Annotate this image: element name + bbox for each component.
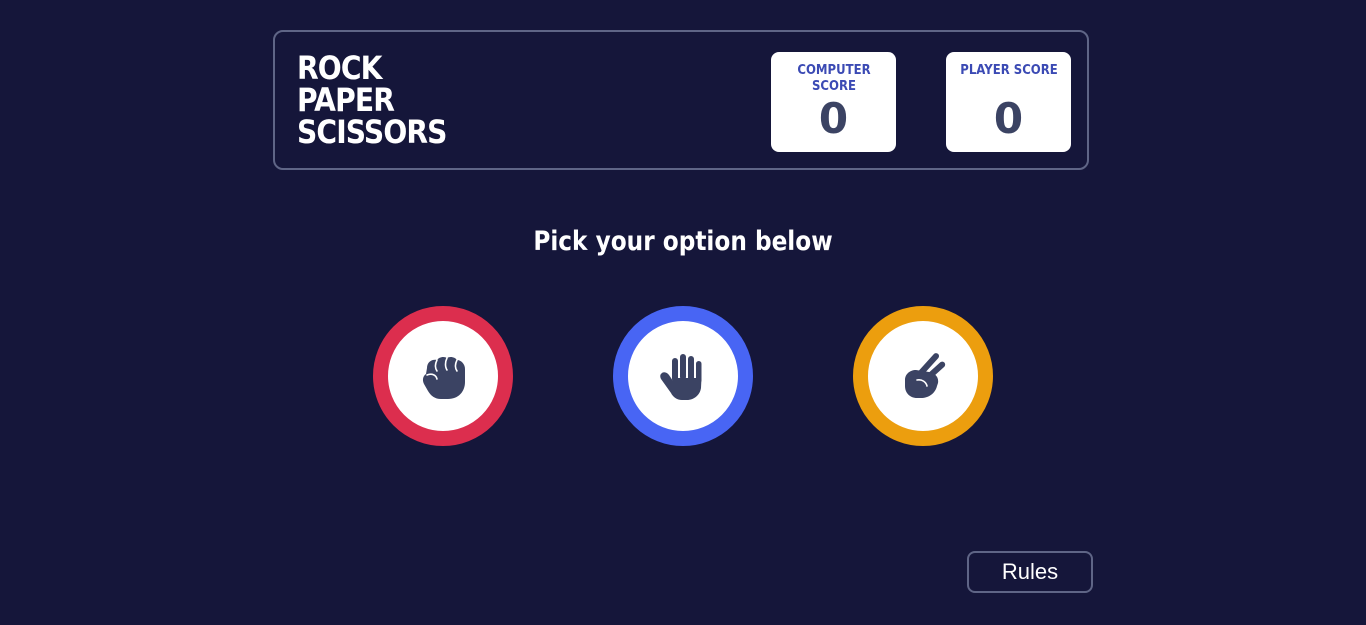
rules-button[interactable]: Rules	[967, 551, 1093, 593]
player-score-value: 0	[993, 94, 1024, 143]
computer-score-label: COMPUTER SCORE	[796, 63, 871, 94]
pick-option-prompt: Pick your option below	[533, 226, 833, 257]
title-line-scissors: SCISSORS	[297, 113, 447, 151]
player-score-box: PLAYER SCORE 0	[946, 52, 1071, 152]
scoreboard-header: ROCK PAPER SCISSORS COMPUTER SCORE 0 PLA…	[273, 30, 1089, 170]
paper-option-button[interactable]	[613, 306, 753, 446]
scissors-hand-icon	[905, 353, 946, 398]
player-score-label: PLAYER SCORE	[959, 63, 1058, 78]
rock-option-button[interactable]	[373, 306, 513, 446]
title-line-rock: ROCK	[297, 49, 382, 87]
computer-score-value: 0	[818, 94, 849, 143]
open-hand-icon	[660, 354, 702, 400]
computer-score-box: COMPUTER SCORE 0	[771, 52, 896, 152]
fist-icon	[422, 356, 465, 399]
scissors-option-button[interactable]	[853, 306, 993, 446]
game-app: ROCK PAPER SCISSORS COMPUTER SCORE 0 PLA…	[0, 0, 1366, 625]
title-line-paper: PAPER	[297, 81, 395, 119]
game-title: ROCK PAPER SCISSORS	[297, 52, 447, 148]
